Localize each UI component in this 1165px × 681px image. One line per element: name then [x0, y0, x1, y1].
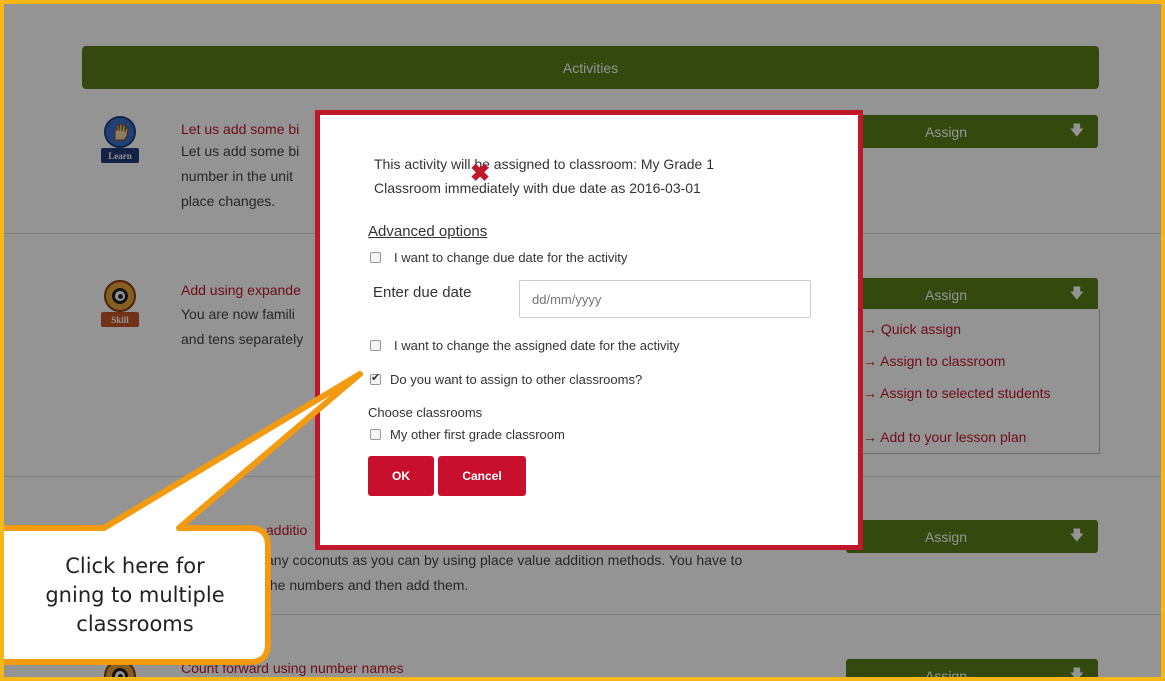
highlight-frame: Activities Learn Let us add some bi Let … — [0, 0, 1165, 681]
callout-text: Click here for gning to multiple classro… — [45, 554, 225, 636]
